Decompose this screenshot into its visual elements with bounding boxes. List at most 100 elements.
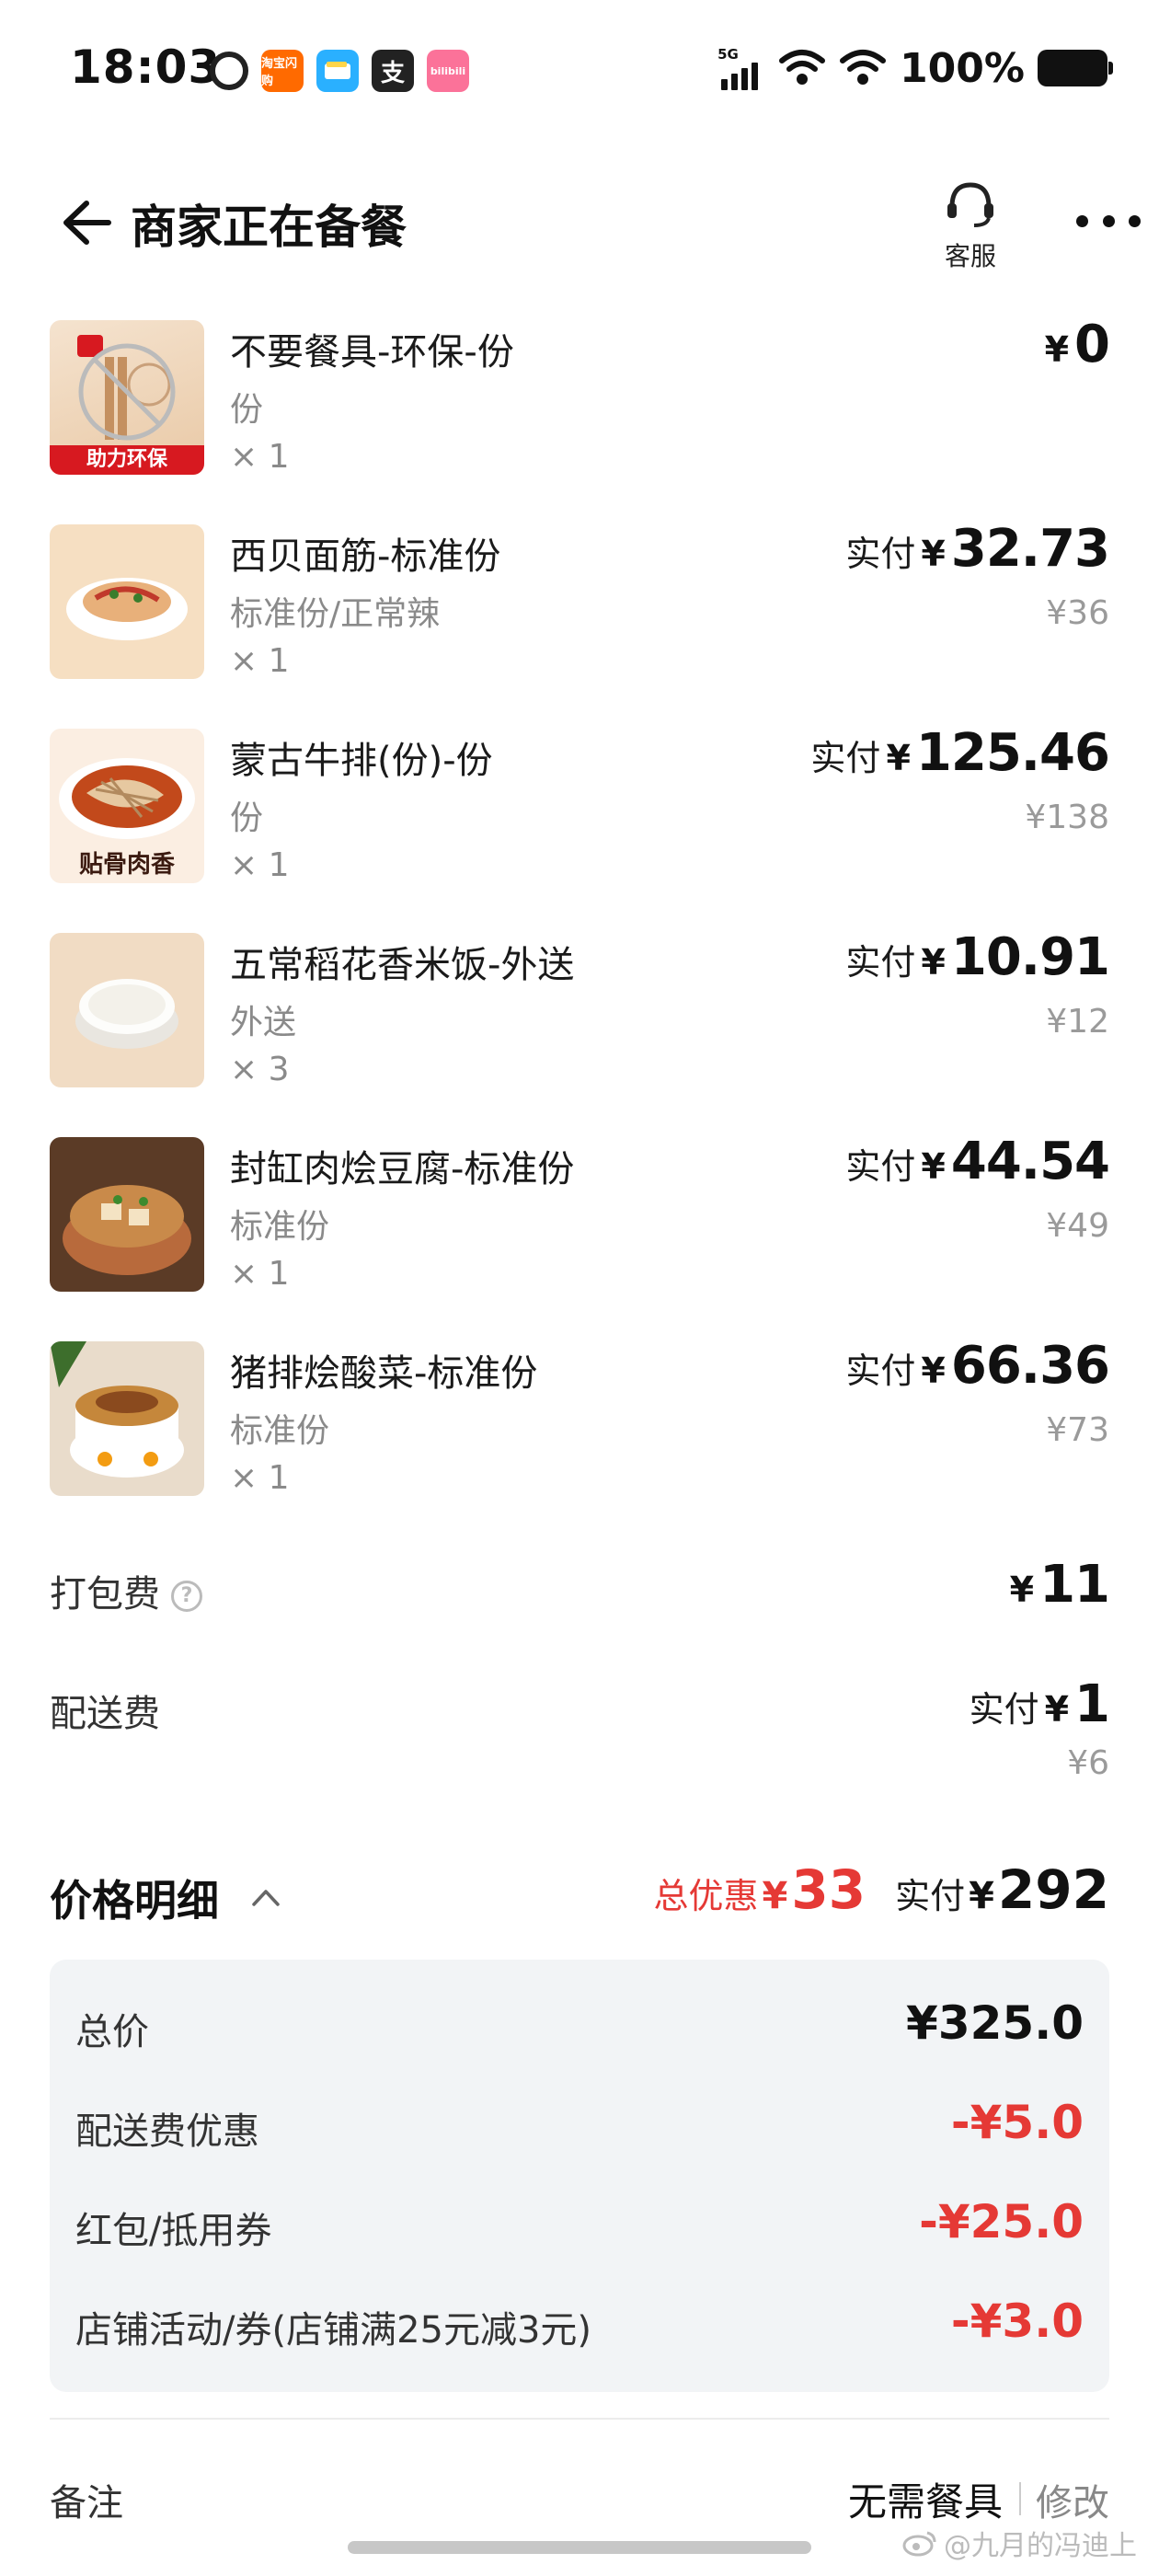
- item-original-price: ¥12: [1046, 1003, 1109, 1041]
- bilibili-icon: bilibili: [427, 50, 469, 92]
- order-item[interactable]: 助力环保 不要餐具-环保-份 份 × 1 ¥ 0: [0, 313, 1159, 517]
- item-price-amount: 66.36: [950, 1336, 1110, 1396]
- currency-symbol: ¥: [921, 1146, 946, 1187]
- currency-symbol: ¥: [921, 534, 946, 574]
- wifi-calling-icon: [779, 50, 826, 85]
- item-quantity: × 3: [230, 1051, 290, 1088]
- item-spec: 份: [230, 391, 264, 429]
- order-item[interactable]: 封缸肉烩豆腐-标准份 标准份 × 1 实付 ¥ 44.54 ¥49: [0, 1130, 1159, 1334]
- order-item[interactable]: 猪排烩酸菜-标准份 标准份 × 1 实付 ¥ 66.36 ¥73: [0, 1334, 1159, 1538]
- detail-value: ¥325.0: [906, 1996, 1084, 2050]
- watermark-text: @九月的冯迪上: [944, 2530, 1137, 2562]
- item-original-price: ¥36: [1046, 594, 1109, 632]
- item-price-amount: 10.91: [950, 927, 1110, 987]
- item-price: 实付 ¥ 66.36: [845, 1336, 1110, 1396]
- order-item[interactable]: 贴骨肉香 蒙古牛排(份)-份 份 × 1 实付 ¥ 125.46 ¥138: [0, 721, 1159, 926]
- help-icon[interactable]: ?: [171, 1581, 202, 1612]
- taobao-flash-icon: 淘宝闪购: [261, 50, 304, 92]
- status-bar: 18:03 淘宝闪购 支 bilibili 5G 100%: [0, 0, 1159, 138]
- item-price: 实付 ¥ 10.91: [845, 927, 1110, 987]
- item-price-amount: 0: [1074, 315, 1110, 374]
- packing-fee-row: 打包费? ¥ 11: [0, 1555, 1159, 1628]
- item-name: 五常稻花香米饭-外送: [230, 944, 575, 986]
- headset-icon: [947, 182, 993, 227]
- item-quantity: × 1: [230, 1255, 290, 1293]
- detail-label: 店铺活动/券(店铺满25元减3元): [75, 2309, 592, 2352]
- paid-label: 实付: [845, 534, 916, 574]
- item-original-price: ¥73: [1046, 1411, 1109, 1449]
- paid-label: 实付: [845, 1146, 916, 1187]
- item-thumbnail: [50, 1341, 204, 1496]
- more-dot-icon: [1102, 214, 1115, 227]
- item-thumbnail: 助力环保: [50, 320, 204, 475]
- item-thumbnail: [50, 1137, 204, 1292]
- item-price: 实付 ¥ 44.54: [845, 1132, 1110, 1191]
- delivery-fee-amount: 1: [1074, 1674, 1110, 1734]
- delivery-fee-original: ¥6: [1067, 1744, 1109, 1782]
- item-spec: 外送: [230, 1004, 297, 1041]
- edit-remark-button[interactable]: 修改: [1036, 2473, 1109, 2526]
- status-app-icons: 淘宝闪购 支 bilibili: [210, 48, 469, 94]
- eco-badge: 助力环保: [50, 445, 204, 475]
- more-dot-icon: [1076, 214, 1088, 227]
- item-price: ¥ 0: [1044, 315, 1110, 374]
- wifi-icon: [840, 50, 887, 85]
- page-header: 商家正在备餐 客服: [0, 170, 1159, 271]
- remark-label: 备注: [50, 2482, 123, 2524]
- status-indicators: 5G 100%: [717, 42, 1113, 94]
- item-original-price: ¥138: [1025, 799, 1109, 836]
- item-quantity: × 1: [230, 1459, 290, 1497]
- battery-percentage: 100%: [900, 44, 1025, 92]
- customer-service-button[interactable]: 客服: [929, 178, 1012, 271]
- customer-service-label: 客服: [944, 241, 996, 271]
- packing-fee-label: 打包费?: [50, 1564, 202, 1617]
- currency-symbol: ¥: [762, 1875, 788, 1917]
- currency-symbol: ¥: [1044, 329, 1070, 370]
- delivery-fee-label: 配送费: [50, 1693, 160, 1735]
- item-price: 实付 ¥ 125.46: [810, 723, 1110, 783]
- item-name: 西贝面筋-标准份: [230, 535, 501, 578]
- item-quantity: × 1: [230, 642, 290, 680]
- detail-line-delivery-discount: 配送费优惠 -¥5.0: [75, 2096, 1084, 2153]
- item-price: 实付 ¥ 32.73: [845, 519, 1110, 579]
- currency-symbol: ¥: [921, 942, 946, 983]
- more-options-button[interactable]: [1076, 207, 1141, 235]
- remark-value: 无需餐具: [847, 2479, 1003, 2524]
- paid-label: 实付: [969, 1689, 1039, 1730]
- packing-fee-price: ¥ 11: [1009, 1555, 1110, 1615]
- item-thumbnail: [50, 524, 204, 679]
- detail-line-coupon: 红包/抵用券 -¥25.0: [75, 2195, 1084, 2252]
- order-item[interactable]: 五常稻花香米饭-外送 外送 × 3 实付 ¥ 10.91 ¥12: [0, 926, 1159, 1130]
- price-detail-header[interactable]: 价格明细 总优惠 ¥ 33 实付 ¥ 292: [0, 1858, 1159, 1932]
- item-quantity: × 1: [230, 438, 290, 476]
- item-quantity: × 1: [230, 846, 290, 884]
- currency-symbol: ¥: [1009, 1570, 1035, 1610]
- delivery-fee-row: 配送费 实付 ¥ 1 ¥6: [0, 1674, 1159, 1785]
- order-item[interactable]: 西贝面筋-标准份 标准份/正常辣 × 1 实付 ¥ 32.73 ¥36: [0, 517, 1159, 721]
- price-summary: 总优惠 ¥ 33 实付 ¥ 292: [653, 1858, 1109, 1921]
- detail-label: 红包/抵用券: [75, 2210, 272, 2252]
- back-arrow-icon[interactable]: [52, 190, 116, 255]
- detail-label: 总价: [75, 2011, 149, 2053]
- detail-value: -¥5.0: [950, 2096, 1084, 2149]
- item-name: 猪排烩酸菜-标准份: [230, 1352, 538, 1395]
- item-price-amount: 44.54: [950, 1132, 1110, 1191]
- paid-label: 实付: [845, 942, 916, 983]
- wallet-icon: [316, 50, 359, 92]
- chevron-up-icon[interactable]: [250, 1886, 281, 1908]
- battery-icon: [1038, 50, 1113, 86]
- delivery-fee-price: 实付 ¥ 1: [969, 1674, 1110, 1734]
- currency-symbol: ¥: [886, 738, 911, 778]
- thumbnail-caption: 贴骨肉香: [78, 851, 175, 879]
- status-time: 18:03: [70, 40, 222, 94]
- more-dot-icon: [1129, 214, 1141, 227]
- currency-symbol: ¥: [969, 1875, 994, 1917]
- order-item-list: 助力环保 不要餐具-环保-份 份 × 1 ¥ 0 西贝面筋-标准份 标准份/正常…: [0, 313, 1159, 1538]
- home-indicator[interactable]: [348, 2541, 811, 2554]
- item-name: 蒙古牛排(份)-份: [230, 740, 493, 782]
- paid-label: 实付: [810, 738, 881, 778]
- detail-line-total: 总价 ¥325.0: [75, 1996, 1084, 2053]
- weibo-icon: [902, 2531, 936, 2557]
- total-discount-amount: 33: [791, 1858, 866, 1921]
- separator: [1019, 2482, 1021, 2515]
